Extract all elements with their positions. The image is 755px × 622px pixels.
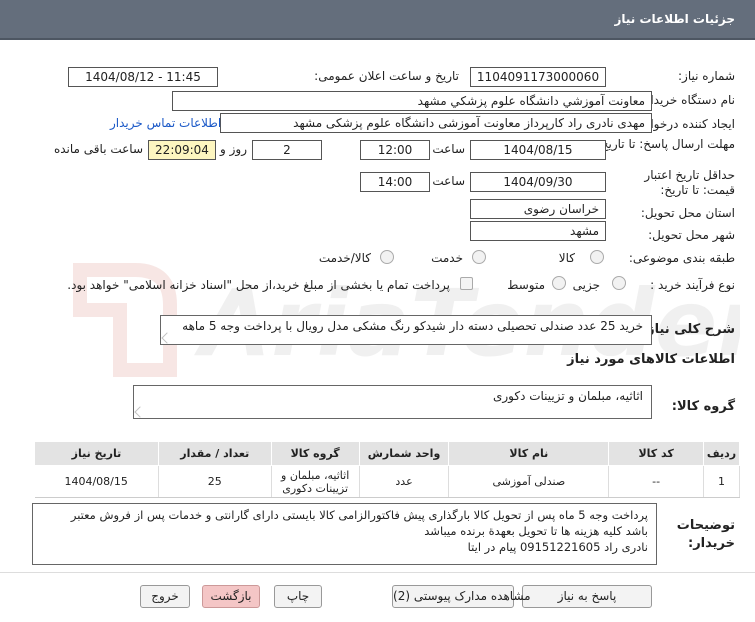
remaining-label: ساعت باقی مانده [53,142,143,156]
payment-note: پرداخت تمام یا بخشی از مبلغ خرید،از محل … [67,278,450,292]
cell-unit: عدد [359,465,450,498]
buyer-org-field: معاونت آموزشي دانشگاه علوم پزشکي مشهد [172,91,652,111]
col-quantity: تعداد / مقدار [157,441,272,466]
buyer-notes-textarea: پرداخت وجه 5 ماه پس از تحویل کالا بارگذا… [32,503,657,565]
process-label: نوع فرآیند خرید : [650,278,735,292]
goods-group-label: گروه کالا: [671,399,735,414]
creator-field: مهدی نادری راد کارپرداز معاونت آموزشی دا… [220,113,652,133]
summary-label: شرح کلی نیاز: [641,322,735,337]
process-radio-medium[interactable] [552,276,566,290]
treasury-checkbox[interactable] [460,277,473,290]
print-button[interactable]: چاپ [274,585,322,608]
table-row[interactable]: 1 -- صندلی آموزشی عدد اثاثیه، مبلمان و ت… [34,465,740,498]
deadline-time-field: 12:00 [360,140,430,160]
category-option-goods: کالا [558,251,575,265]
category-option-service: خدمت [431,251,463,265]
cell-quantity: 25 [158,465,272,498]
validity-time-field: 14:00 [360,172,430,192]
exit-button[interactable]: خروج [140,585,190,608]
page-title: جزئیات اطلاعات نیاز [614,12,735,26]
col-name: نام کالا [448,441,610,466]
validity-date-field: 1404/09/30 [470,172,606,192]
city-field: مشهد [470,221,606,241]
province-field: خراسان رضوی [470,199,606,219]
need-details-page: جزئیات اطلاعات نیاز AriaTender.net شماره… [0,0,755,622]
validity-time-label: ساعت [432,174,465,188]
deadline-time-label: ساعت [432,142,465,156]
resize-grip-icon[interactable] [161,332,173,344]
category-option-both: کالا/خدمت [318,251,371,265]
buyer-org-label: نام دستگاه خریدار: [640,93,736,107]
cell-name: صندلی آموزشی [448,465,610,498]
goods-group-value: اثاثیه، مبلمان و تزیینات دکوری [492,389,643,403]
back-button[interactable]: بازگشت [202,585,260,608]
announce-label: تاریخ و ساعت اعلان عمومی: [314,69,459,83]
category-radio-goods[interactable] [590,250,604,264]
buyer-notes-label: توضیحات خریدار: [676,518,735,551]
cell-need-date: 1404/08/15 [34,465,159,498]
summary-textarea: خرید 25 عدد صندلی تحصیلی دسته دار شیدکو … [160,315,652,345]
category-radio-service[interactable] [472,250,486,264]
announce-field: 1404/08/12 - 11:45 [68,67,218,87]
category-radio-both[interactable] [380,250,394,264]
buyer-notes-line-1: پرداخت وجه 5 ماه پس از تحویل کالا بارگذا… [70,508,648,522]
resize-grip-icon[interactable] [134,406,146,418]
cell-code: -- [608,465,705,498]
buyer-contact-link[interactable]: اطلاعات تماس خریدار [110,116,221,130]
col-need-date: تاریخ نیاز [34,441,159,466]
need-number-field: 1104091173000060 [470,67,606,87]
days-field: 2 [252,140,322,160]
items-table: ردیف کد کالا نام کالا واحد شمارش گروه کا… [34,441,740,498]
cell-row: 1 [703,465,740,498]
divider [0,572,755,573]
process-option-medium: متوسط [507,278,545,292]
deadline-date-field: 1404/08/15 [470,140,606,160]
reply-button[interactable]: پاسخ به نیاز [522,585,652,608]
col-code: کد کالا [608,441,705,466]
validity-label: حداقل تاریخ اعتبار قیمت: تا تاریخ: [644,168,735,197]
category-label: طبقه بندی موضوعی: [628,251,735,265]
items-table-header: ردیف کد کالا نام کالا واحد شمارش گروه کا… [34,441,740,466]
goods-group-textarea: اثاثیه، مبلمان و تزیینات دکوری [133,385,652,419]
remaining-time-field: 22:09:04 [148,140,216,160]
city-label: شهر محل تحویل: [648,228,735,242]
cell-group: اثاثیه، مبلمان و تزیینات دکوری [271,465,360,498]
province-label: استان محل تحویل: [640,206,735,220]
days-label: روز و [220,142,247,156]
buyer-notes-line-2: باشد کلیه هزینه ها تا تحویل بعهدة برنده … [424,524,648,538]
goods-section-title: اطلاعات کالاهای مورد نیاز [567,352,735,367]
summary-text: خرید 25 عدد صندلی تحصیلی دسته دار شیدکو … [182,319,643,333]
process-option-minor: جزیی [572,278,600,292]
attachments-button[interactable]: مشاهده مدارک پیوستی (2) [392,585,531,608]
page-header: جزئیات اطلاعات نیاز [0,0,755,40]
process-radio-minor[interactable] [612,276,626,290]
deadline-label: مهلت ارسال پاسخ: تا تاریخ: [596,137,735,151]
need-number-label: شماره نیاز: [678,69,735,83]
col-unit: واحد شمارش [358,441,450,466]
buyer-notes-line-3: نادری راد 09151221605 پیام در ایتا [467,540,648,554]
col-group: گروه کالا [270,441,360,466]
col-row: ردیف [703,441,740,466]
